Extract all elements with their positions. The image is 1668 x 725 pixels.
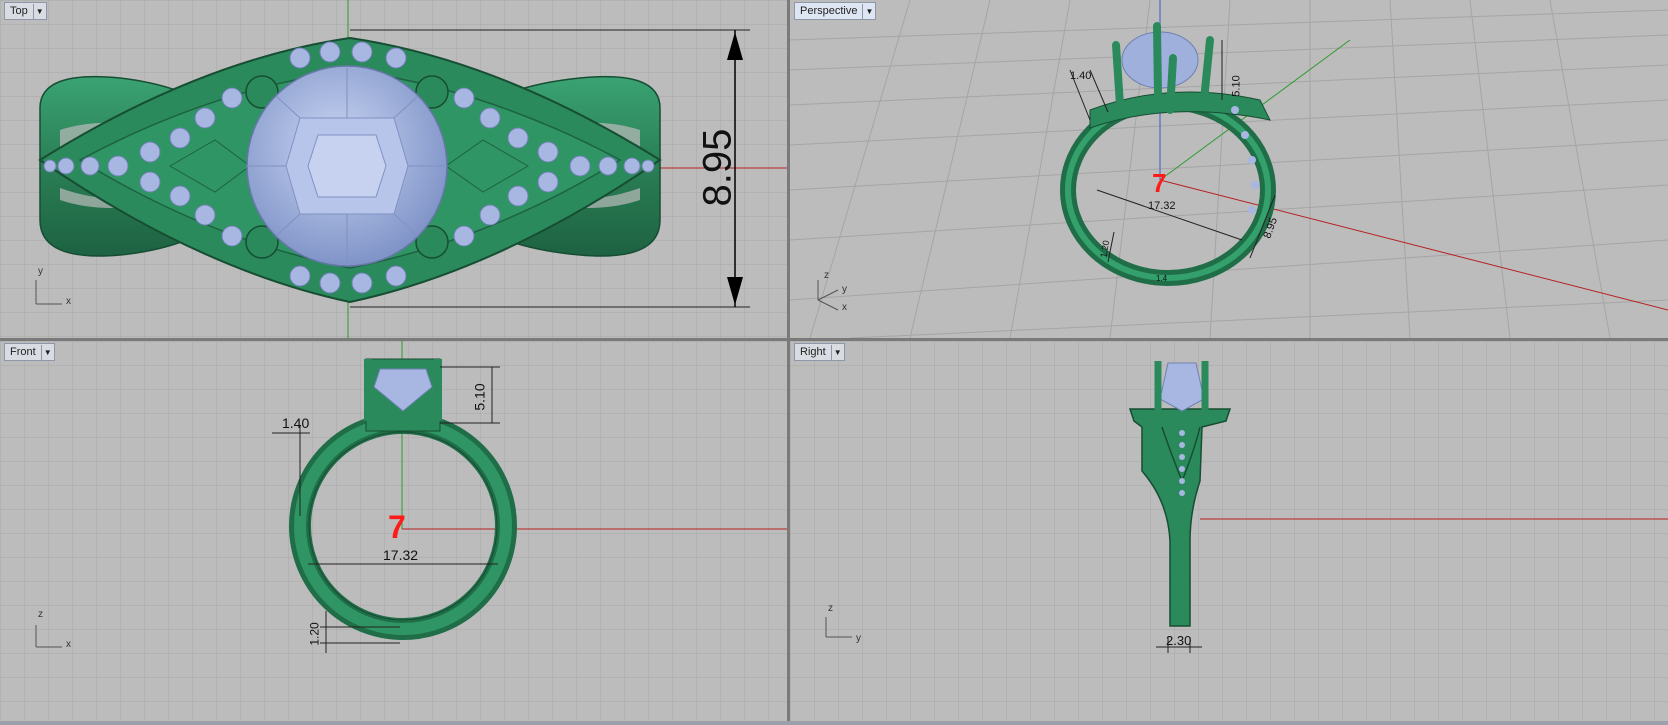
viewport-tab-perspective[interactable]: Perspective ▼ bbox=[794, 2, 877, 20]
viewport-front[interactable]: Front ▼ 5.10 1.40 7 17.32 1.20 z x bbox=[0, 341, 787, 721]
chevron-down-icon[interactable]: ▼ bbox=[40, 344, 54, 360]
dim-width-label: 1.40 bbox=[282, 415, 310, 431]
viewport-tab-front[interactable]: Front ▼ bbox=[4, 343, 55, 361]
axis-label-x: x bbox=[66, 296, 71, 307]
dim-height-label: 5.10 bbox=[471, 383, 488, 411]
viewport-title: Perspective bbox=[800, 4, 858, 17]
dimension-label: 8.95 bbox=[695, 128, 740, 207]
axis-label-x: x bbox=[66, 639, 71, 650]
dim-inner-label: 17.32 bbox=[1148, 200, 1176, 212]
viewport-title: Right bbox=[800, 345, 826, 358]
axis-label-y: y bbox=[856, 633, 861, 644]
axis-label-y: y bbox=[842, 284, 847, 295]
dim-small-label: 1.4 bbox=[1156, 274, 1168, 283]
dim-bottom-label: 1.20 bbox=[307, 622, 322, 646]
viewport-title: Front bbox=[10, 345, 36, 358]
dim-width-label: 2.30 bbox=[1166, 633, 1192, 648]
viewport-perspective[interactable]: Perspective ▼ 1.40 5.10 17.32 8.95 1.20 … bbox=[790, 0, 1668, 338]
viewport-tab-right[interactable]: Right ▼ bbox=[794, 343, 845, 361]
viewport-title: Top bbox=[10, 4, 28, 17]
chevron-down-icon[interactable]: ▼ bbox=[32, 3, 46, 19]
viewport-right[interactable]: Right ▼ 2.30 z y bbox=[790, 341, 1668, 721]
axis-label-z: z bbox=[828, 603, 833, 614]
status-strip bbox=[0, 721, 1668, 725]
right-scene bbox=[790, 341, 1668, 721]
dim-height-label: 5.10 bbox=[1230, 75, 1243, 97]
axis-label-x: x bbox=[842, 302, 847, 313]
chevron-down-icon[interactable]: ▼ bbox=[830, 344, 844, 360]
perspective-scene bbox=[790, 0, 1668, 338]
axis-label-z: z bbox=[824, 270, 829, 281]
axis-label-y: y bbox=[38, 266, 43, 277]
viewport-tab-top[interactable]: Top ▼ bbox=[4, 2, 47, 20]
dim-width-label: 1.40 bbox=[1070, 70, 1092, 82]
dim-inner-label: 17.32 bbox=[383, 547, 419, 563]
ring-size-label: 7 bbox=[1152, 168, 1167, 198]
top-scene bbox=[0, 0, 787, 338]
axis-label-z: z bbox=[38, 609, 43, 620]
chevron-down-icon[interactable]: ▼ bbox=[862, 3, 875, 19]
viewport-top[interactable]: Top ▼ 8.95 y x bbox=[0, 0, 787, 338]
ring-size-label: 7 bbox=[388, 509, 406, 545]
